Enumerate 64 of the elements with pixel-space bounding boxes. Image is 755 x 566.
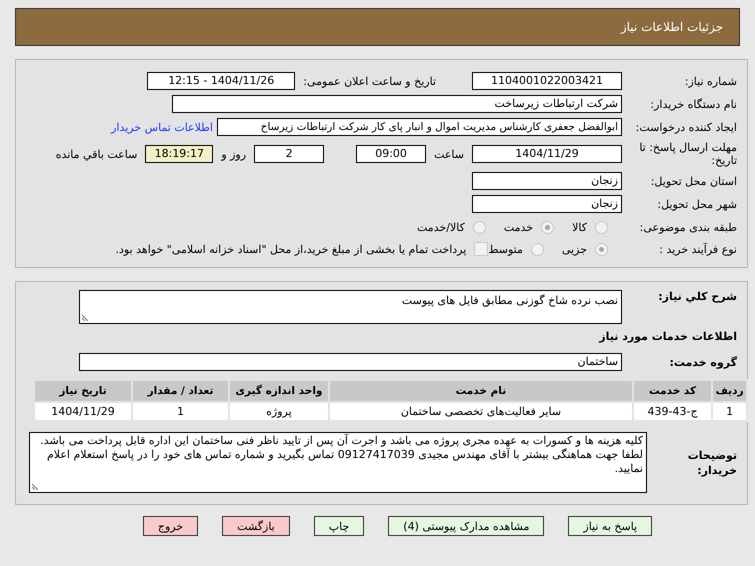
option-label: کالا/خدمت — [417, 221, 465, 234]
radio-button[interactable] — [595, 221, 608, 234]
column-header: واحد اندازه گیری — [228, 380, 329, 402]
field-label: ساعت باقي مانده — [56, 148, 138, 160]
field-label: روز و — [221, 148, 246, 160]
text-field[interactable]: ابوالفضل جعفری کارشناس مدیریت اموال و انبار پای کار شرکت ارتباطات زیرساخ — [217, 118, 622, 136]
field-label: مهلت ارسال پاسخ: تا تاریخ: — [638, 141, 738, 167]
text-field[interactable]: 1404/11/29 — [472, 145, 622, 163]
option-label: متوسط — [488, 242, 523, 256]
column-header: نام خدمت — [328, 380, 633, 402]
radio-button[interactable] — [595, 242, 608, 256]
description-field[interactable]: نصب نرده شاخ گوزنی مطابق فایل های پیوست — [79, 290, 622, 324]
field-label: تاریخ و ساعت اعلان عمومی: — [303, 74, 436, 88]
radio-button[interactable] — [472, 221, 486, 234]
action-button[interactable]: چاپ — [314, 516, 364, 536]
table-cell: پروژه — [228, 402, 329, 421]
notes-field[interactable] — [29, 432, 647, 493]
field-label: توضیحات خریدار: — [686, 448, 738, 478]
field-label: شماره نیاز: — [684, 74, 738, 88]
column-header: تعداد / مقدار — [132, 380, 229, 402]
field-label: ساعت — [434, 148, 464, 160]
countdown-field[interactable]: 18:19:17 — [145, 145, 214, 163]
option-label: خدمت — [504, 221, 534, 234]
field-label: استان محل تحویل: — [650, 174, 738, 188]
contact-link[interactable]: اطلاعات تماس خریدار — [111, 120, 213, 134]
field-label: ایجاد کننده درخواست: — [634, 120, 738, 134]
column-header: کد خدمت — [633, 380, 712, 402]
column-header: تاریخ نیاز — [34, 380, 132, 402]
payment-note: پرداخت تمام یا بخشی از مبلغ خرید،از محل "اسناد خزانه اسلامی" خواهد بود. — [116, 242, 466, 256]
table-cell: 1 — [712, 402, 747, 421]
action-button[interactable]: پاسخ به نیاز — [568, 516, 652, 536]
table-cell: سایر فعالیت‌های تخصصی ساختمان — [328, 402, 633, 421]
action-button[interactable]: بازگشت — [222, 516, 290, 536]
text-field[interactable]: زنجان — [472, 195, 622, 213]
notes-text: کلیه هزینه ها و کسورات به عهده مجری پروژه می باشد و اجرت آن پس از تایید ناظر فنی ساختمان این اداره قابل پرداخت می باشد. لطفا جهت هماهنگی بیشتر با آقای مهندس مجیدی 09127417039 تماس بگیرید و شماره تماس های خود را در پاسخ استعلام اعلام نمایید. — [40, 434, 643, 475]
text-field[interactable]: زنجان — [472, 172, 622, 190]
table-cell: ج-43-439 — [633, 402, 712, 421]
column-header: ردیف — [712, 380, 747, 402]
header-title: جزئیات اطلاعات نیاز — [620, 20, 723, 34]
text-field[interactable]: 2 — [254, 145, 324, 163]
option-label: کالا — [572, 221, 587, 234]
text-field[interactable]: 1104001022003421 — [472, 72, 622, 90]
field-label: نوع فرآیند خرید : — [658, 242, 738, 256]
checkbox[interactable] — [474, 242, 488, 256]
description-text: نصب نرده شاخ گوزنی مطابق فایل های پیوست — [402, 294, 618, 307]
option-label: جزیی — [562, 242, 587, 256]
resize-grip-icon[interactable] — [82, 314, 89, 321]
table-cell: 1404/11/29 — [34, 402, 132, 421]
action-button[interactable]: خروج — [142, 516, 198, 536]
field-label: طبقه بندی موضوعی: — [638, 221, 738, 234]
resize-grip-icon[interactable] — [32, 483, 39, 490]
action-button[interactable]: مشاهده مدارک پیوستی (4) — [388, 516, 544, 536]
text-field[interactable]: شرکت ارتباطات زیرساخت — [172, 95, 622, 113]
field-label: شهر محل تحویل: — [656, 198, 738, 210]
text-field[interactable]: 09:00 — [356, 145, 426, 163]
radio-button[interactable] — [541, 221, 554, 234]
section-heading: اطلاعات خدمات مورد نیاز — [599, 330, 738, 343]
field-label: شرح کلي نیاز: — [657, 290, 738, 303]
text-field[interactable]: 1404/11/26 - 12:15 — [147, 72, 296, 90]
field-label: نام دستگاه خریدار: — [649, 98, 738, 110]
text-field[interactable]: ساختمان — [79, 353, 622, 371]
table-cell: 1 — [132, 402, 229, 421]
field-label: گروه خدمت: — [668, 356, 738, 368]
radio-button[interactable] — [530, 242, 544, 256]
